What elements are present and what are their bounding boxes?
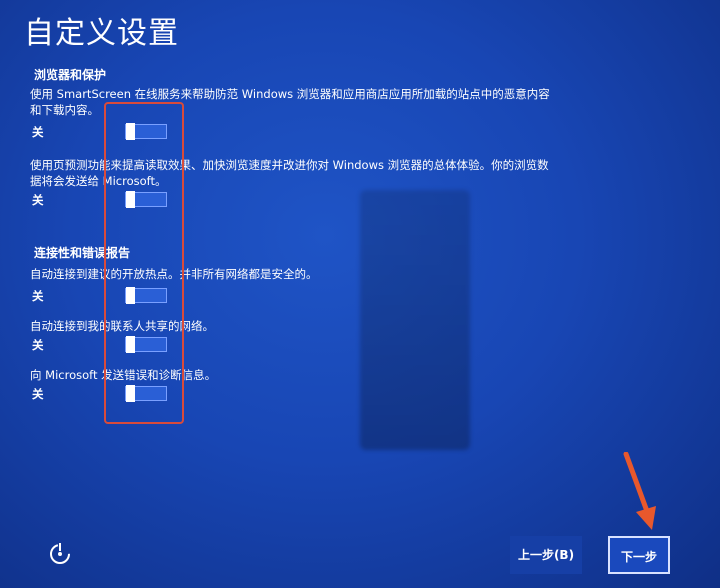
page-title: 自定义设置 — [24, 16, 179, 51]
state-label-smartscreen: 关 — [32, 125, 44, 139]
red-arrow-annotation — [620, 451, 660, 532]
state-label-page-prediction: 关 — [32, 193, 44, 207]
red-highlight-box — [104, 102, 184, 424]
back-button[interactable]: 上一步(B) — [510, 536, 582, 574]
footer-buttons: 上一步(B) 下一步 — [510, 536, 670, 574]
accessibility-icon[interactable] — [46, 540, 74, 568]
state-label-error-reporting: 关 — [32, 387, 44, 401]
state-label-contact-networks: 关 — [32, 338, 44, 352]
next-button[interactable]: 下一步 — [608, 536, 670, 574]
section-title-browser-protection: 浏览器和保护 — [34, 68, 107, 82]
state-label-open-hotspots: 关 — [32, 289, 44, 303]
